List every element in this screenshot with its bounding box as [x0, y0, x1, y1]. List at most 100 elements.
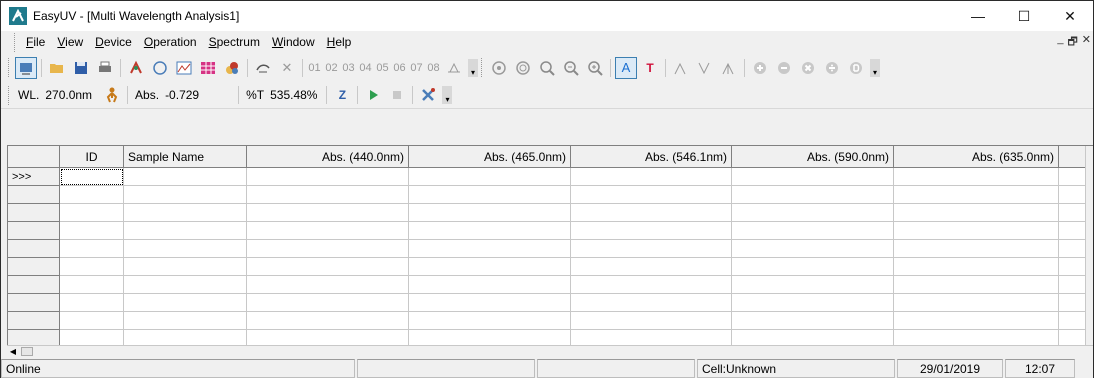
table-cell[interactable] [409, 222, 571, 240]
table-row[interactable] [8, 276, 1089, 294]
table-row[interactable] [8, 186, 1089, 204]
table-cell[interactable] [124, 240, 247, 258]
row-header[interactable] [8, 330, 60, 345]
table-cell[interactable] [732, 258, 894, 276]
table-cell[interactable] [894, 222, 1059, 240]
table-cell[interactable] [409, 168, 571, 186]
zoom-out-icon[interactable] [560, 57, 582, 79]
row-header[interactable] [8, 258, 60, 276]
zoom-icon[interactable] [536, 57, 558, 79]
table-row[interactable] [8, 258, 1089, 276]
table-cell[interactable] [732, 204, 894, 222]
table-cell[interactable] [571, 222, 732, 240]
table-cell[interactable] [732, 276, 894, 294]
table-cell[interactable] [732, 240, 894, 258]
table-cell[interactable] [409, 204, 571, 222]
cell-4-icon[interactable]: 04 [357, 62, 374, 74]
table-cell[interactable] [571, 258, 732, 276]
table-row[interactable] [8, 204, 1089, 222]
print-icon[interactable] [94, 57, 116, 79]
menu-device[interactable]: Device [89, 35, 138, 49]
table-cell[interactable] [124, 294, 247, 312]
cell-1-icon[interactable]: 01 [306, 62, 323, 74]
table-cell[interactable] [124, 222, 247, 240]
table-cell[interactable] [571, 168, 732, 186]
save-icon[interactable] [70, 57, 92, 79]
table-cell[interactable] [894, 240, 1059, 258]
divide-icon[interactable] [821, 57, 843, 79]
mdi-close-button[interactable]: ✕ [1082, 33, 1091, 52]
title-tool-button[interactable]: T [639, 57, 661, 79]
column-header-abs-546[interactable]: Abs. (546.1nm) [571, 146, 732, 168]
table-row[interactable] [8, 312, 1089, 330]
table-cell[interactable] [571, 312, 732, 330]
toolbar-overflow-button[interactable]: ▾ [442, 86, 453, 104]
table-cell[interactable] [571, 186, 732, 204]
table-cell[interactable] [732, 186, 894, 204]
goto-wavelength-icon[interactable] [104, 86, 120, 104]
derivative-icon[interactable] [845, 57, 867, 79]
table-cell[interactable] [124, 312, 247, 330]
table-cell[interactable] [124, 186, 247, 204]
spectrum-chart-icon[interactable] [173, 57, 195, 79]
table-cell[interactable] [247, 222, 409, 240]
add-icon[interactable] [749, 57, 771, 79]
table-cell[interactable] [124, 330, 247, 345]
table-cell[interactable] [732, 168, 894, 186]
column-header-sample-name[interactable]: Sample Name [124, 146, 247, 168]
multiply-icon[interactable] [797, 57, 819, 79]
table-cell[interactable] [409, 276, 571, 294]
menu-file[interactable]: File [20, 35, 51, 49]
table-cell[interactable] [571, 240, 732, 258]
table-cell[interactable] [247, 186, 409, 204]
close-button[interactable]: ✕ [1047, 1, 1093, 31]
table-cell[interactable] [894, 258, 1059, 276]
toolbar-grip[interactable] [8, 58, 11, 77]
table-row[interactable] [8, 330, 1089, 345]
table-row[interactable] [8, 222, 1089, 240]
mdi-minimize-button[interactable]: _ [1057, 33, 1063, 52]
table-cell[interactable] [60, 222, 124, 240]
menu-window[interactable]: Window [266, 35, 321, 49]
table-row[interactable] [8, 240, 1089, 258]
table-cell[interactable] [247, 276, 409, 294]
cell-changer-icon[interactable] [443, 57, 465, 79]
table-cell[interactable] [60, 204, 124, 222]
sample-info-icon[interactable] [221, 57, 243, 79]
table-cell[interactable] [732, 312, 894, 330]
table-cell[interactable] [409, 186, 571, 204]
table-cell[interactable] [247, 168, 409, 186]
table-cell[interactable] [894, 330, 1059, 345]
table-cell[interactable] [124, 204, 247, 222]
row-header[interactable] [8, 186, 60, 204]
table-cell[interactable] [124, 258, 247, 276]
text-tool-button[interactable]: A [615, 56, 637, 79]
cell-2-icon[interactable]: 02 [323, 62, 340, 74]
row-header[interactable] [8, 240, 60, 258]
table-cell[interactable] [571, 204, 732, 222]
table-cell[interactable] [60, 312, 124, 330]
toolbar-overflow-button[interactable]: ▾ [468, 58, 478, 77]
row-header[interactable] [8, 222, 60, 240]
title-bar[interactable]: EasyUV - [Multi Wavelength Analysis1] — … [1, 1, 1093, 31]
minimize-button[interactable]: — [955, 1, 1001, 31]
table-cell[interactable] [409, 240, 571, 258]
connect-icon[interactable] [15, 56, 37, 79]
table-cell[interactable] [894, 312, 1059, 330]
table-cell[interactable] [409, 312, 571, 330]
peak-height-icon[interactable] [718, 57, 740, 79]
table-cell[interactable] [894, 204, 1059, 222]
table-cell[interactable] [60, 276, 124, 294]
tools-icon[interactable] [417, 84, 439, 106]
mdi-restore-button[interactable]: 🗗 [1067, 33, 1077, 52]
table-cell[interactable] [60, 186, 124, 204]
menu-help[interactable]: Help [321, 35, 358, 49]
table-cell[interactable] [60, 168, 124, 186]
corner-cell[interactable] [8, 146, 60, 168]
table-cell[interactable] [409, 294, 571, 312]
cancel-icon[interactable]: ✕ [276, 57, 298, 79]
peak-pick-icon[interactable] [488, 57, 510, 79]
baseline-icon[interactable] [149, 57, 171, 79]
subtract-icon[interactable] [773, 57, 795, 79]
data-grid[interactable]: ID Sample Name Abs. (440.0nm) Abs. (465.… [7, 145, 1093, 345]
